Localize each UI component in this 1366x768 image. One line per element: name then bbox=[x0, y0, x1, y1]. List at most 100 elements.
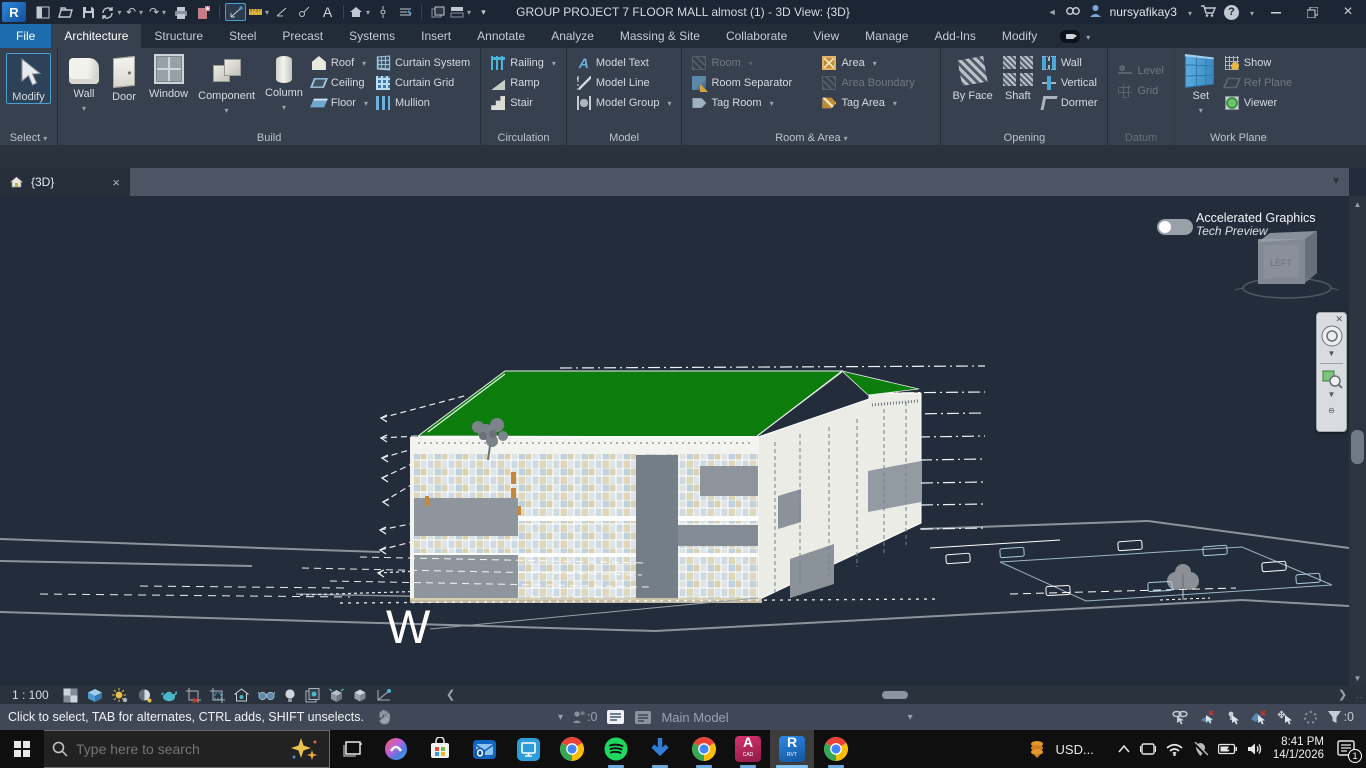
pan-right-icon[interactable]: ❯ bbox=[1338, 688, 1347, 701]
ramp-button[interactable]: Ramp bbox=[491, 75, 556, 91]
autocad-icon[interactable]: A CAD bbox=[726, 730, 770, 768]
revit-taskbar-icon[interactable]: R RVT bbox=[770, 730, 814, 768]
search-help-icon[interactable] bbox=[1065, 5, 1081, 20]
reveal-constraints-icon[interactable] bbox=[353, 688, 367, 703]
tray-expand-icon[interactable] bbox=[1118, 745, 1130, 753]
store-cart-icon[interactable] bbox=[1200, 4, 1216, 20]
wheel-options-caret[interactable]: ▼ bbox=[1328, 350, 1336, 358]
navbar-collapse-icon[interactable]: ⊖ bbox=[1328, 407, 1335, 415]
show-crop-region-icon[interactable] bbox=[210, 688, 225, 703]
taskbar-clock[interactable]: 8:41 PM 14/1/2026 bbox=[1273, 736, 1324, 762]
close-view-tab-icon[interactable]: × bbox=[112, 175, 120, 190]
customize-qat-icon[interactable]: ▾ bbox=[473, 3, 494, 21]
view-scale-button[interactable]: 1 : 100 bbox=[12, 688, 49, 702]
reveal-hidden-elements-icon[interactable] bbox=[284, 688, 296, 703]
start-button[interactable] bbox=[0, 730, 44, 768]
curtain-grid-button[interactable]: Curtain Grid bbox=[376, 75, 470, 91]
displaced-elements-icon[interactable] bbox=[329, 688, 344, 703]
editable-worksets-indicator[interactable]: :0 bbox=[572, 710, 597, 724]
search-highlights-icon[interactable] bbox=[287, 736, 321, 762]
default-3d-view-icon[interactable] bbox=[349, 3, 370, 21]
signed-in-user[interactable]: nursyafikay3 bbox=[1110, 5, 1177, 19]
view-tab-3d[interactable]: {3D} × bbox=[0, 168, 130, 196]
model-line-button[interactable]: Model Line bbox=[577, 75, 672, 91]
selection-filter[interactable]: :0 bbox=[1327, 710, 1354, 724]
accelerated-graphics-toggle[interactable] bbox=[1157, 219, 1193, 235]
railing-button[interactable]: Railing bbox=[491, 55, 556, 71]
room-separator-button[interactable]: Room Separator bbox=[692, 75, 814, 91]
open-icon[interactable] bbox=[55, 3, 76, 21]
taskbar-search[interactable] bbox=[44, 730, 330, 768]
modify-tool-button[interactable]: Modify bbox=[6, 53, 50, 104]
design-options-icon[interactable] bbox=[634, 710, 652, 725]
room-area-panel-label[interactable]: Room & Area bbox=[682, 132, 940, 144]
print-icon[interactable] bbox=[170, 3, 191, 21]
user-menu-caret[interactable] bbox=[1185, 5, 1192, 19]
currency-label[interactable]: USD... bbox=[1056, 742, 1094, 757]
active-design-option[interactable]: Main Model bbox=[661, 710, 728, 725]
wall-opening-button[interactable]: Wall bbox=[1042, 55, 1098, 71]
screen-capture-icon[interactable] bbox=[1060, 24, 1090, 48]
minimize-button[interactable] bbox=[1262, 1, 1290, 23]
tab-addins[interactable]: Add-Ins bbox=[921, 24, 988, 48]
export-icon[interactable] bbox=[193, 3, 214, 21]
revit-logo[interactable]: R bbox=[2, 2, 26, 22]
west-elevation-marker[interactable]: W bbox=[386, 600, 431, 653]
view-tab-overflow-icon[interactable]: ▼ bbox=[1331, 176, 1341, 187]
text-icon[interactable]: A bbox=[317, 3, 338, 21]
model-group-button[interactable]: Model Group bbox=[577, 95, 672, 111]
column-button[interactable]: Column bbox=[260, 51, 308, 114]
tab-annotate[interactable]: Annotate bbox=[464, 24, 538, 48]
render-icon[interactable] bbox=[161, 688, 177, 702]
redo-icon[interactable]: ↷ bbox=[147, 3, 168, 21]
restore-button[interactable] bbox=[1298, 1, 1326, 23]
shaft-button[interactable]: Shaft bbox=[998, 51, 1038, 102]
set-work-plane-button[interactable]: Set bbox=[1181, 51, 1221, 117]
workset-chevron-icon[interactable]: ▾ bbox=[558, 712, 563, 723]
tablet-mode-icon[interactable] bbox=[1140, 742, 1156, 756]
help-menu-caret[interactable] bbox=[1247, 5, 1254, 19]
vertical-scroll-thumb[interactable] bbox=[1351, 430, 1364, 464]
volume-icon[interactable] bbox=[1247, 742, 1263, 756]
vertical-opening-button[interactable]: Vertical bbox=[1042, 75, 1098, 91]
tab-file[interactable]: File bbox=[0, 24, 51, 48]
window-button[interactable]: Window bbox=[144, 51, 193, 100]
roof-button[interactable]: Roof bbox=[312, 55, 368, 71]
tab-insert[interactable]: Insert bbox=[408, 24, 464, 48]
temporary-hide-isolate-icon[interactable] bbox=[258, 689, 275, 701]
door-button[interactable]: Door bbox=[104, 51, 144, 103]
scroll-up-icon[interactable]: ▲ bbox=[1349, 196, 1366, 212]
floor-button[interactable]: Floor bbox=[312, 95, 368, 111]
tab-steel[interactable]: Steel bbox=[216, 24, 269, 48]
steering-wheel-icon[interactable] bbox=[1320, 324, 1344, 348]
viewer-button[interactable]: Viewer bbox=[1225, 95, 1292, 111]
zoom-options-caret[interactable]: ▼ bbox=[1328, 391, 1336, 399]
pan-left-icon[interactable]: ❮ bbox=[446, 688, 455, 701]
tag-room-button[interactable]: Tag Room bbox=[692, 95, 814, 111]
component-button[interactable]: Component bbox=[193, 51, 260, 117]
outlook-icon[interactable] bbox=[462, 730, 506, 768]
undo-icon[interactable]: ↶ bbox=[124, 3, 145, 21]
dormer-button[interactable]: Dormer bbox=[1042, 95, 1098, 111]
battery-icon[interactable] bbox=[1218, 743, 1237, 755]
visual-style-icon[interactable] bbox=[87, 688, 103, 703]
crop-view-icon[interactable] bbox=[186, 688, 201, 703]
currency-app-icon[interactable] bbox=[1028, 739, 1046, 759]
tab-collaborate[interactable]: Collaborate bbox=[713, 24, 800, 48]
task-view-button[interactable] bbox=[330, 730, 374, 768]
chrome-icon[interactable] bbox=[682, 730, 726, 768]
help-icon[interactable]: ? bbox=[1224, 5, 1239, 20]
collapse-search-icon[interactable]: ◄ bbox=[1048, 7, 1057, 17]
wifi-icon[interactable] bbox=[1166, 743, 1183, 756]
sync-icon[interactable] bbox=[101, 3, 122, 21]
vertical-scrollbar[interactable]: ▲ ▼ bbox=[1349, 196, 1366, 686]
drag-elements-icon[interactable] bbox=[1277, 710, 1294, 725]
download-app-icon[interactable] bbox=[638, 730, 682, 768]
by-face-button[interactable]: By Face bbox=[947, 51, 997, 102]
save-icon[interactable] bbox=[78, 3, 99, 21]
quick-assist-icon[interactable] bbox=[506, 730, 550, 768]
resize-grip[interactable]: ∙∙ bbox=[1356, 692, 1363, 702]
chrome-icon[interactable] bbox=[550, 730, 594, 768]
viewcube-face-label[interactable]: LEFT bbox=[1270, 258, 1293, 268]
tab-architecture[interactable]: Architecture bbox=[51, 24, 141, 48]
